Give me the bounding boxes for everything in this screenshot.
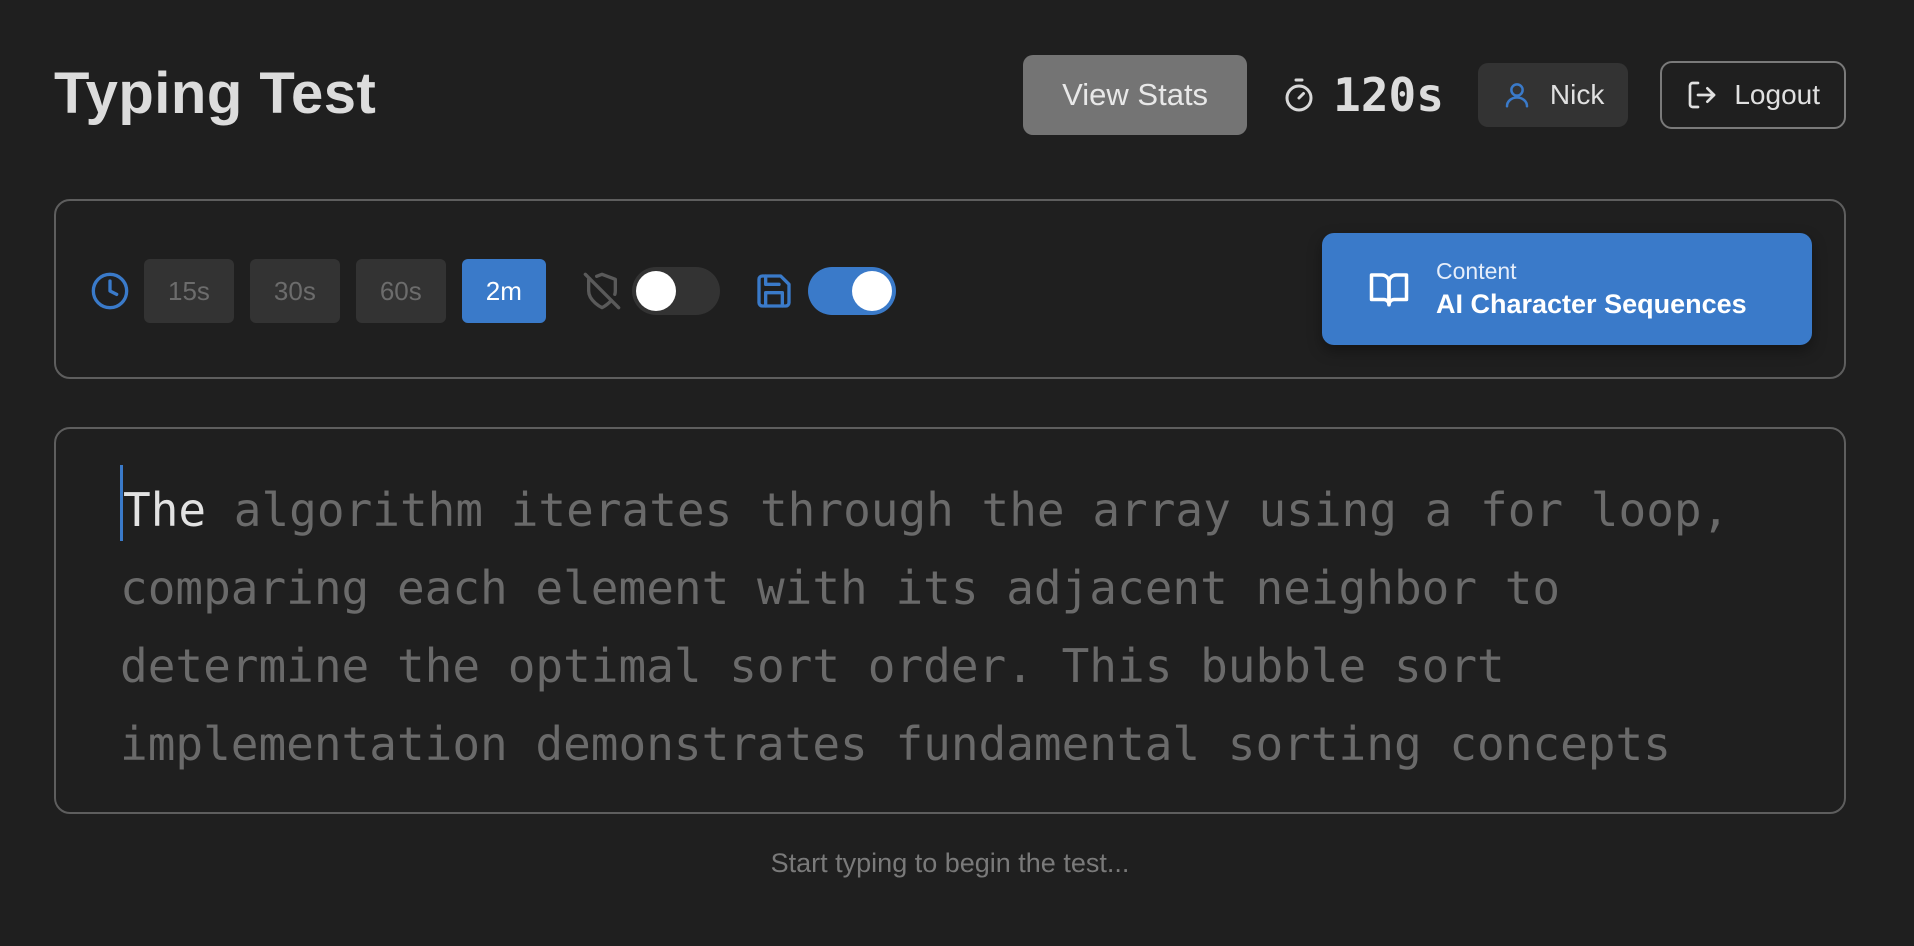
current-word: The — [123, 483, 207, 537]
page-title: Typing Test — [54, 61, 377, 126]
content-selector-button[interactable]: Content AI Character Sequences — [1322, 233, 1812, 345]
user-name: Nick — [1549, 79, 1605, 110]
content-text: Content AI Character Sequences — [1436, 258, 1747, 320]
start-hint: Start typing to begin the test... — [770, 848, 1130, 878]
content-label: Content — [1436, 258, 1517, 284]
text-caret — [120, 465, 123, 541]
timer-display: 120s — [1281, 68, 1444, 122]
view-stats-button[interactable]: View Stats — [1023, 55, 1248, 135]
logout-icon — [1689, 81, 1716, 109]
stopwatch-icon — [1285, 78, 1313, 112]
clock-icon — [91, 272, 129, 310]
typing-text: The algorithm iterates through the array… — [120, 465, 1800, 783]
save-icon — [757, 274, 791, 308]
content-value: AI Character Sequences — [1436, 289, 1747, 319]
duration-15s-button[interactable]: 15s — [144, 259, 234, 323]
shield-off-icon — [583, 272, 621, 310]
no-backspace-toggle[interactable] — [631, 267, 720, 315]
logout-label: Logout — [1734, 79, 1820, 110]
header: Typing Test View Stats 120s Nick Logout — [54, 54, 1846, 136]
settings-panel: 15s 30s 60s 2m Content AI Character Sequ… — [54, 199, 1846, 379]
save-results-toggle[interactable] — [807, 267, 896, 315]
header-actions: View Stats 120s Nick Logout — [1023, 54, 1846, 136]
duration-30s-button[interactable]: 30s — [249, 259, 340, 323]
remaining-text: algorithm iterates through the array usi… — [120, 483, 1757, 771]
timer-value: 120s — [1333, 68, 1444, 122]
duration-60s-button[interactable]: 60s — [355, 259, 446, 323]
settings-row: 15s 30s 60s 2m — [90, 259, 896, 323]
user-chip[interactable]: Nick — [1477, 63, 1629, 127]
toggle-knob — [635, 271, 676, 311]
logout-button[interactable]: Logout — [1660, 61, 1846, 129]
toggle-knob — [851, 271, 892, 311]
user-icon — [1505, 83, 1529, 108]
book-open-icon — [1369, 273, 1409, 307]
duration-2m-button[interactable]: 2m — [461, 259, 546, 323]
typing-area[interactable]: The algorithm iterates through the array… — [54, 427, 1846, 814]
